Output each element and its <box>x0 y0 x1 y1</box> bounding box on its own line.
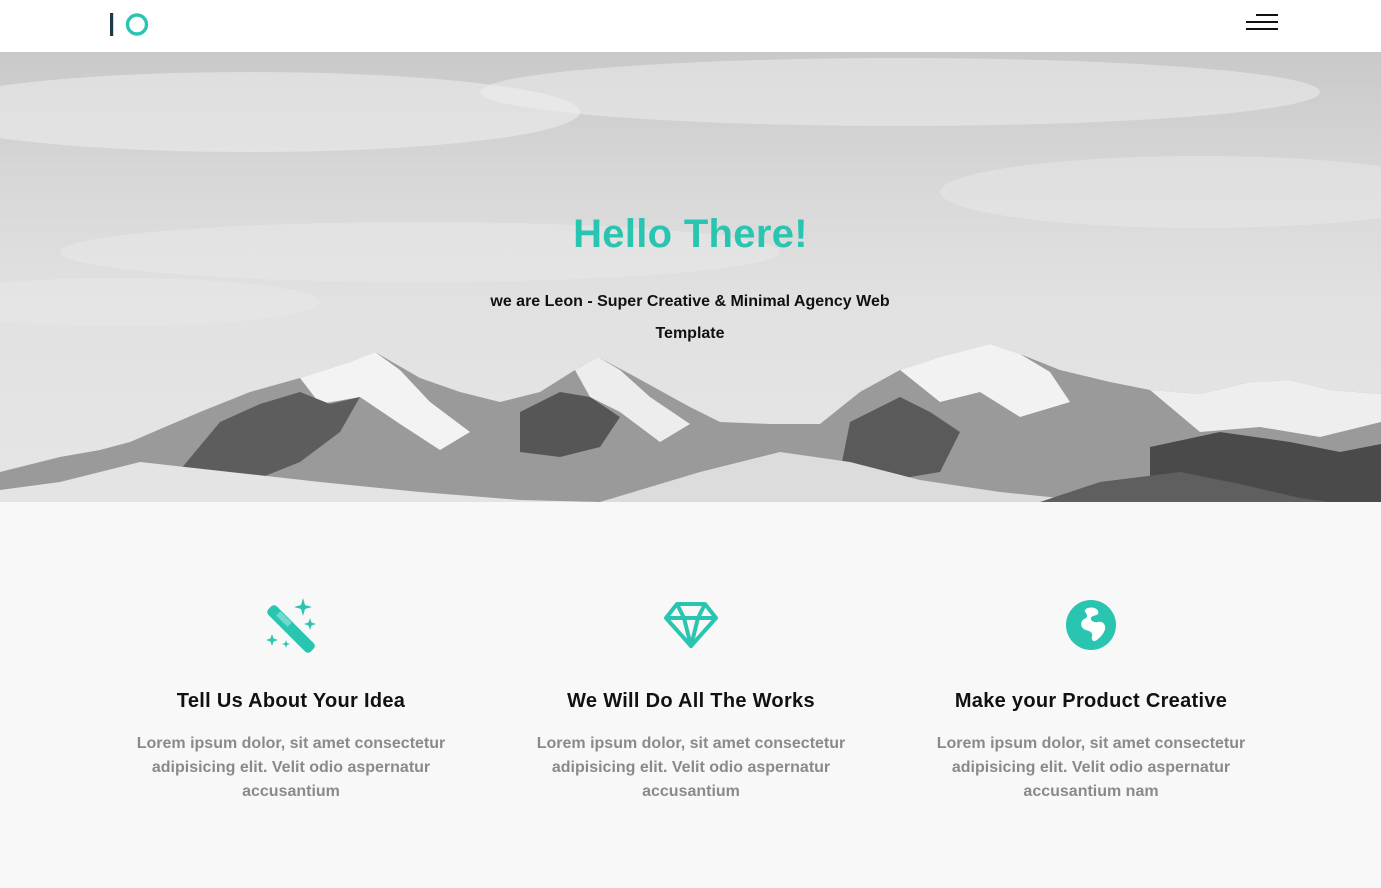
feature-description: Lorem ipsum dolor, sit amet consectetur … <box>136 735 446 800</box>
magic-wand-icon <box>266 598 316 653</box>
feature-title: We Will Do All The Works <box>567 690 815 712</box>
feature-description: Lorem ipsum dolor, sit amet consectetur … <box>936 735 1246 800</box>
feature-card-creative: Make your Product Creative Lorem ipsum d… <box>921 596 1261 804</box>
feature-title: Make your Product Creative <box>954 690 1228 712</box>
feature-title: Tell Us About Your Idea <box>176 690 406 712</box>
feature-card-idea: Tell Us About Your Idea Lorem ipsum dolo… <box>121 596 461 804</box>
feature-card-works: We Will Do All The Works Lorem ipsum dol… <box>521 596 861 804</box>
features-section: Tell Us About Your Idea Lorem ipsum dolo… <box>0 502 1381 888</box>
diamond-icon <box>664 602 718 648</box>
feature-description: Lorem ipsum dolor, sit amet consectetur … <box>536 735 846 800</box>
globe-icon <box>1066 600 1116 650</box>
hero-title: Hello There! <box>573 212 808 256</box>
mountain-background-image <box>0 58 1381 502</box>
brand-logo[interactable] <box>109 11 151 39</box>
hero-section: Hello There! we are Leon - Super Creativ… <box>0 52 1381 502</box>
site-header <box>0 0 1381 52</box>
hero-subtitle: we are Leon - Super Creative & Minimal A… <box>490 293 890 342</box>
hamburger-menu-icon[interactable] <box>1244 12 1280 34</box>
